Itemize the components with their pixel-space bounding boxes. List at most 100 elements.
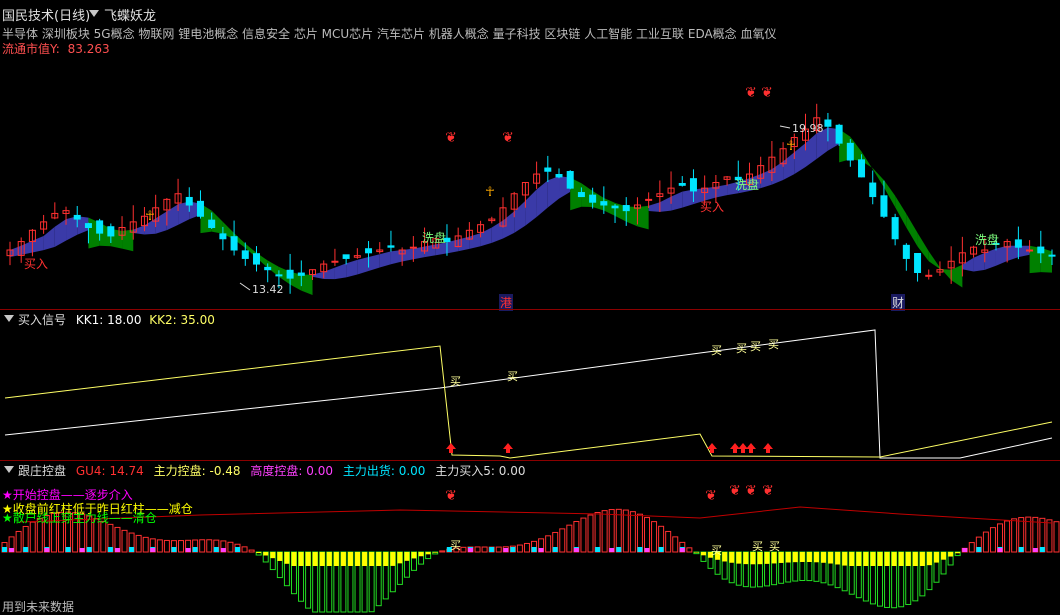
bar-negative-yellow — [333, 552, 339, 566]
ribbon-segment — [928, 251, 940, 269]
bar-negative-yellow — [326, 552, 332, 566]
bar-negative-yellow — [319, 552, 325, 566]
bar-marker-magenta — [467, 548, 473, 552]
candle-body — [96, 220, 104, 234]
candle-body — [409, 246, 417, 249]
bar-negative-yellow — [905, 552, 911, 566]
candle-body — [902, 244, 910, 259]
mai-label-6: 买 — [768, 338, 779, 351]
buy-signal-chart[interactable] — [0, 310, 1060, 460]
bar-positive — [481, 546, 488, 553]
bar-positive — [545, 535, 552, 553]
bar-negative-yellow — [799, 552, 805, 562]
candle-body — [331, 260, 339, 263]
bar-negative-yellow — [821, 552, 827, 563]
bar-positive — [686, 547, 693, 553]
bar-marker-cyan — [531, 547, 537, 552]
candlestick-chart[interactable]: ❦ ❦❦ ❦☥☥☥ — [0, 0, 1060, 310]
bar-positive — [566, 524, 573, 553]
up-arrow-icon — [738, 443, 748, 453]
bar-marker-magenta — [44, 548, 50, 552]
ribbon-segment — [783, 152, 795, 180]
bar-negative-yellow — [828, 552, 834, 564]
ribbon-segment — [547, 176, 560, 208]
candle-body — [264, 266, 272, 271]
candle-body — [925, 274, 933, 277]
bar-negative-yellow — [390, 552, 396, 566]
ribbon-segment — [379, 251, 391, 268]
mai-label-2: 买 — [507, 370, 518, 383]
up-arrow-icon — [446, 443, 456, 453]
bar-positive — [199, 539, 206, 553]
candle-body — [387, 245, 395, 248]
footer-note: 用到未来数据 — [2, 600, 75, 614]
ribbon-segment — [995, 245, 1008, 266]
bar-negative-yellow — [941, 552, 947, 560]
bar-marker-magenta — [644, 548, 650, 552]
bar-positive — [629, 511, 636, 553]
ribbon-segment — [357, 257, 369, 275]
bar-marker-magenta — [185, 548, 191, 552]
candle-body — [891, 217, 899, 240]
bar-negative-yellow — [256, 552, 262, 554]
bar-positive — [142, 536, 149, 553]
bar-marker-magenta — [114, 548, 120, 552]
bar-negative-yellow — [700, 552, 706, 556]
mai-label-4: 买 — [736, 342, 747, 355]
candle-body — [611, 205, 619, 209]
bar-negative-yellow — [926, 552, 932, 566]
bar-marker-cyan — [976, 547, 982, 552]
ribbon-segment — [54, 219, 67, 247]
candle-body — [645, 198, 653, 201]
candle-body — [342, 254, 350, 259]
bar-marker-cyan — [489, 547, 495, 552]
bar-negative-yellow — [835, 552, 841, 565]
candle-body — [1026, 249, 1034, 252]
star-icon: ★ — [2, 511, 13, 525]
bar-positive — [601, 510, 608, 553]
candle-body — [84, 223, 92, 229]
bar-negative-yellow — [432, 552, 438, 553]
bar-positive — [1004, 520, 1011, 553]
bar-positive — [643, 517, 650, 553]
bar-positive — [989, 527, 996, 553]
bar-marker-cyan — [1018, 547, 1024, 552]
bar-negative-yellow — [877, 552, 883, 566]
butterfly-icon: ❦ — [761, 85, 773, 101]
bar-positive — [665, 530, 672, 553]
control-chart[interactable]: ❦ ❦ ❦ ❦ ❦ — [0, 460, 1060, 615]
bar-positive — [135, 534, 142, 553]
bar-negative-yellow — [340, 552, 346, 566]
candle-body — [107, 226, 115, 237]
candle-body — [689, 178, 697, 192]
candle-body — [196, 200, 204, 217]
bar-positive — [1046, 519, 1053, 553]
bar-marker-magenta — [220, 548, 226, 552]
candle-body — [1037, 246, 1045, 254]
bar-marker-magenta — [962, 548, 968, 552]
bar-negative-yellow — [813, 552, 819, 563]
candle-body — [880, 195, 888, 217]
bar-marker-cyan — [192, 547, 198, 552]
bar-positive — [1053, 521, 1060, 553]
butterfly-icon: ❦ — [762, 483, 774, 499]
bar-positive — [178, 540, 185, 553]
bar-negative-yellow — [849, 552, 855, 566]
bar-marker-magenta — [503, 548, 509, 552]
bar-positive — [495, 546, 502, 553]
bar-positive — [121, 529, 128, 553]
ribbon-segment — [368, 254, 380, 271]
bar-positive — [982, 531, 989, 553]
candle-body — [600, 201, 608, 206]
ribbon-segment — [32, 235, 44, 253]
high-price-label: 19.98 — [792, 122, 824, 135]
figure-icon: ☥ — [485, 185, 495, 200]
bar-marker-magenta — [679, 548, 685, 552]
ribbon-segment — [334, 263, 347, 280]
bar-positive — [248, 549, 255, 553]
bar-marker-magenta — [79, 548, 85, 552]
bar-marker-cyan — [510, 547, 516, 552]
ribbon-segment — [906, 213, 918, 247]
bar-negative-yellow — [842, 552, 848, 566]
bar-marker-cyan — [129, 547, 135, 552]
